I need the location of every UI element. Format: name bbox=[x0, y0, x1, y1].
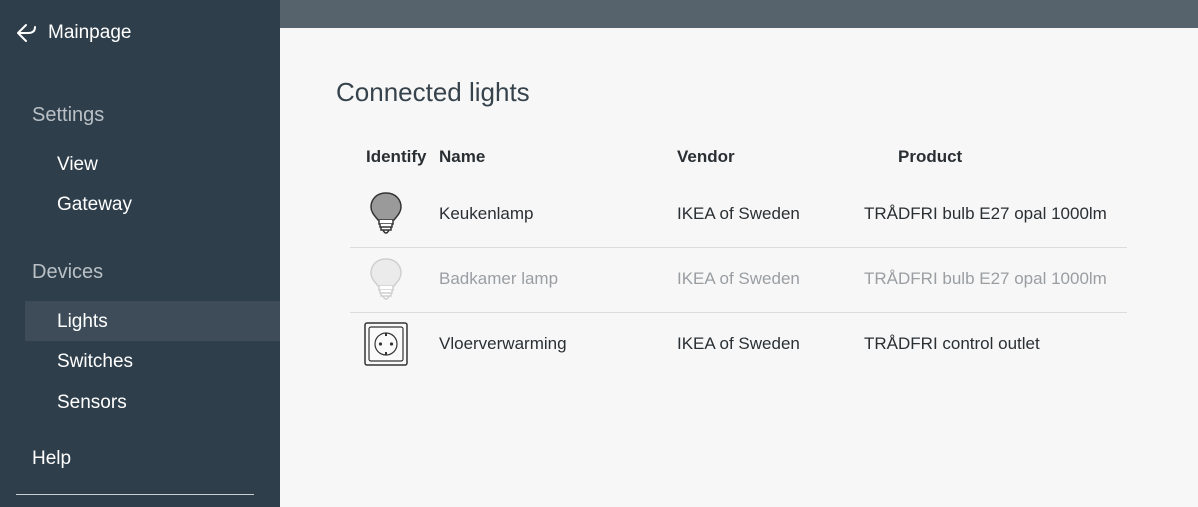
row-divider bbox=[350, 312, 1127, 313]
outlet-icon[interactable] bbox=[364, 322, 408, 366]
sidebar-item-gateway[interactable]: Gateway bbox=[57, 194, 132, 216]
column-header-identify: Identify bbox=[366, 147, 427, 166]
row-divider bbox=[350, 247, 1127, 248]
column-header-vendor: Vendor bbox=[677, 147, 735, 166]
row-vendor: IKEA of Sweden bbox=[677, 269, 800, 288]
row-vendor: IKEA of Sweden bbox=[677, 204, 800, 223]
bulb-icon[interactable] bbox=[368, 256, 404, 304]
sidebar-item-switches[interactable]: Switches bbox=[57, 351, 133, 373]
arrow-left-icon bbox=[17, 24, 36, 42]
section-settings-heading: Settings bbox=[32, 104, 105, 126]
row-product: TRÅDFRI bulb E27 opal 1000lm bbox=[864, 204, 1107, 223]
back-to-mainpage-link[interactable]: Mainpage bbox=[15, 20, 131, 46]
row-product: TRÅDFRI bulb E27 opal 1000lm bbox=[864, 269, 1107, 288]
sidebar-divider bbox=[16, 494, 254, 495]
column-header-product: Product bbox=[898, 147, 963, 166]
row-name: Badkamer lamp bbox=[439, 269, 559, 288]
column-header-name: Name bbox=[439, 147, 486, 166]
bulb-icon[interactable] bbox=[368, 190, 404, 238]
row-vendor: IKEA of Sweden bbox=[677, 334, 800, 353]
sidebar: Mainpage Settings View Gateway Devices L… bbox=[0, 0, 280, 507]
sidebar-item-view[interactable]: View bbox=[57, 154, 98, 176]
row-name: Keukenlamp bbox=[439, 204, 534, 223]
back-label: Mainpage bbox=[48, 22, 132, 43]
row-product: TRÅDFRI control outlet bbox=[864, 334, 1040, 353]
section-devices-heading: Devices bbox=[32, 261, 104, 283]
row-name: Vloerverwarming bbox=[439, 334, 567, 353]
sidebar-item-sensors[interactable]: Sensors bbox=[57, 392, 127, 414]
sidebar-item-lights[interactable]: Lights bbox=[57, 311, 108, 333]
page-title: Connected lights bbox=[336, 77, 530, 107]
top-bar bbox=[280, 0, 1198, 28]
sidebar-item-help[interactable]: Help bbox=[32, 448, 71, 470]
